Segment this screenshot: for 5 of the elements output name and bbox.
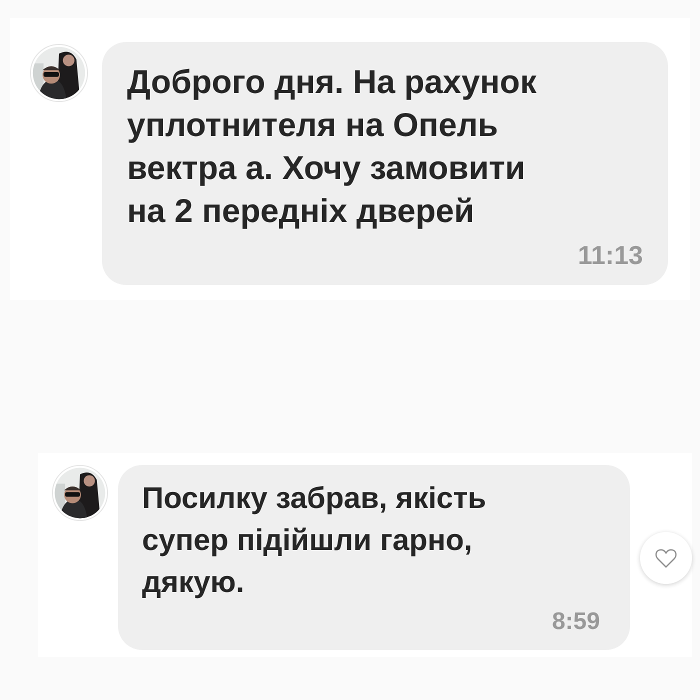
message-time: 8:59 (552, 608, 600, 636)
message-time: 11:13 (578, 240, 643, 271)
message-text: Посилку забрав, якість супер підійшли гарно, дякую. (142, 481, 488, 601)
message-text: Доброго дня. На рахунок уплотнителя на Опель вектра а. Хочу замовити на 2 передніх дверей (127, 62, 538, 231)
like-button[interactable] (640, 532, 692, 584)
